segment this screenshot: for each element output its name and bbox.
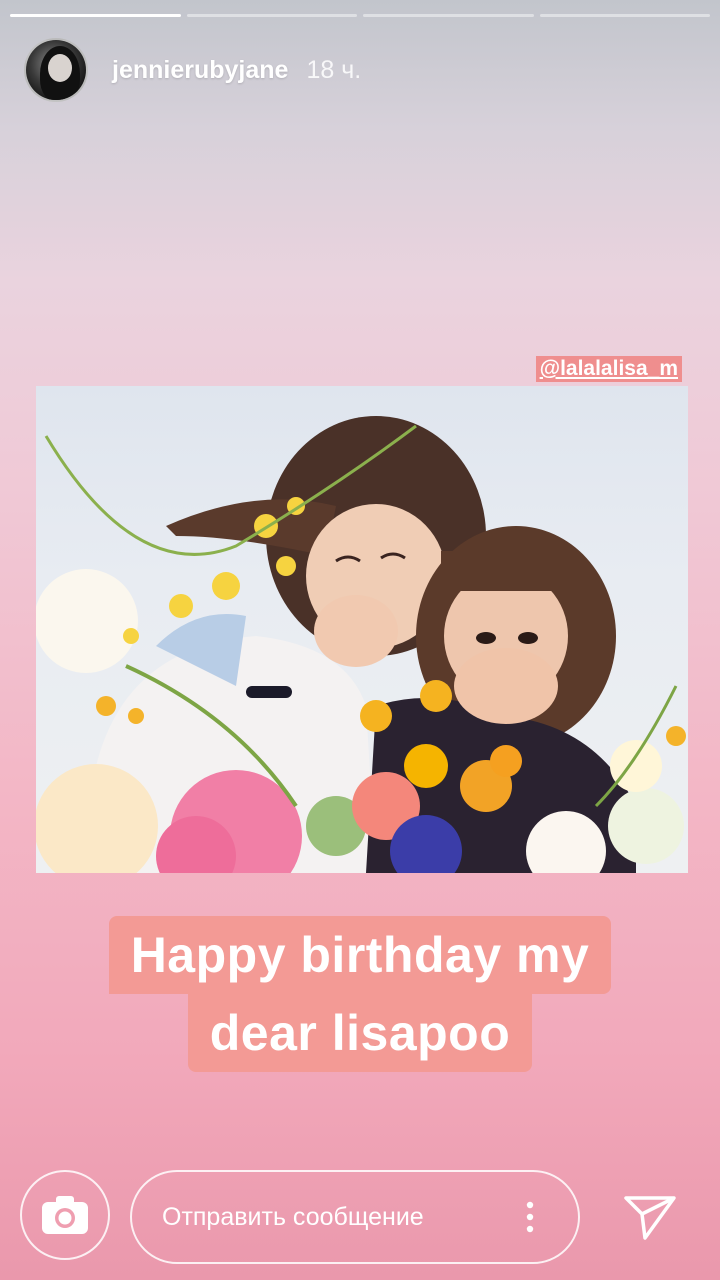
caption-line-2: dear lisapoo (187, 994, 533, 1072)
progress-segment-2 (186, 14, 357, 17)
story-caption: Happy birthday my dear lisapoo (0, 916, 720, 1072)
more-vertical-icon[interactable] (510, 1197, 550, 1237)
camera-icon (42, 1196, 88, 1234)
story-progress-bar (10, 14, 710, 17)
story-header: jennierubyjane 18 ч. (24, 38, 361, 102)
caption-line-1: Happy birthday my (108, 916, 612, 994)
post-time: 18 ч. (306, 55, 362, 84)
progress-segment-4 (539, 14, 710, 17)
progress-segment-3 (363, 14, 534, 17)
story-photo (36, 386, 688, 873)
camera-button[interactable] (20, 1170, 110, 1260)
photo-illustration (36, 416, 686, 873)
message-input[interactable]: Отправить сообщение (130, 1170, 580, 1264)
composer-bar: Отправить сообщение (0, 1168, 720, 1264)
send-button[interactable] (620, 1188, 680, 1248)
avatar-face (48, 54, 72, 82)
progress-segment-1 (10, 14, 181, 17)
progress-fill-1 (10, 14, 181, 17)
message-placeholder: Отправить сообщение (162, 1202, 424, 1231)
mention-tag[interactable]: @lalalalisa_m (535, 356, 682, 382)
username[interactable]: jennierubyjane (112, 56, 288, 85)
send-icon (624, 1196, 676, 1240)
avatar[interactable] (24, 38, 88, 102)
